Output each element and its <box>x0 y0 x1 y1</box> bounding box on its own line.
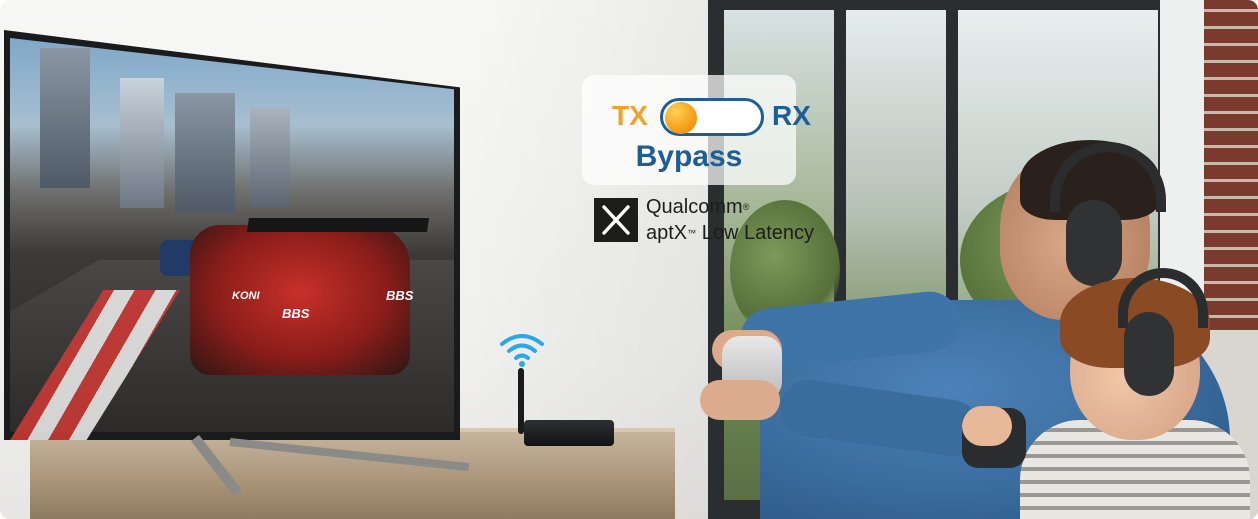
rx-label: RX <box>772 100 811 131</box>
car-decal: BBS <box>282 306 310 321</box>
aptx-wordmark: aptX <box>646 222 688 244</box>
tx-label: TX <box>612 100 648 131</box>
man-hand <box>700 380 780 420</box>
headphone-earcup <box>1124 312 1174 396</box>
boy-hand <box>962 406 1012 446</box>
low-latency-label: Low Latency <box>696 222 815 244</box>
qualcomm-brand-text: Qualcomm® <box>646 195 749 219</box>
car-decal: KONI <box>232 290 260 302</box>
bluetooth-transmitter <box>524 420 614 446</box>
screen-building <box>175 93 235 213</box>
aptx-x-logo-icon <box>594 198 638 242</box>
trademark: ™ <box>687 228 697 238</box>
car-rear-wing <box>247 218 429 232</box>
tv-stand-leg <box>229 438 470 472</box>
bypass-label: Bypass <box>635 140 743 173</box>
tv-stand <box>40 434 470 508</box>
headphone-earcup <box>1066 200 1122 286</box>
qualcomm-wordmark: Qualcomm <box>646 196 743 218</box>
red-race-car <box>190 225 410 375</box>
toggle-switch-knob <box>665 102 697 134</box>
registered-mark: ® <box>742 202 750 212</box>
screen-building <box>250 108 290 208</box>
screen-building <box>120 78 164 208</box>
aptx-low-latency-text: aptX™ Low Latency <box>646 221 814 245</box>
car-decal: BBS <box>386 288 414 303</box>
wifi-signal-icon <box>500 334 544 367</box>
screen-building <box>40 48 90 188</box>
